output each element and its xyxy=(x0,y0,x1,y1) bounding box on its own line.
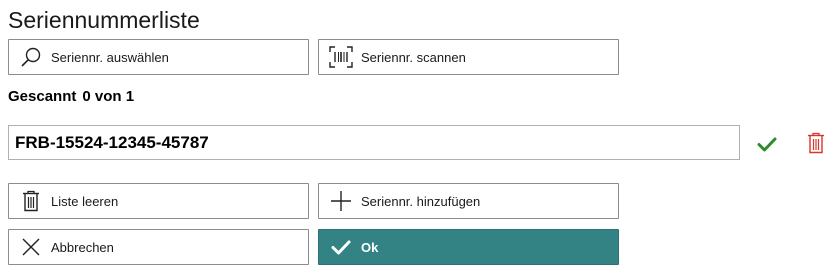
plus-icon xyxy=(329,189,353,213)
scan-count: Gescannt 0 von 1 xyxy=(8,88,134,105)
select-serial-label: Seriennr. auswählen xyxy=(51,49,169,65)
scan-serial-label: Seriennr. scannen xyxy=(361,49,466,65)
scan-serial-button[interactable]: Seriennr. scannen xyxy=(318,39,619,75)
add-serial-label: Seriennr. hinzufügen xyxy=(361,193,481,209)
ok-button[interactable]: Ok xyxy=(318,229,619,265)
clear-list-label: Liste leeren xyxy=(51,193,119,209)
clear-list-button[interactable]: Liste leeren xyxy=(8,183,309,219)
close-icon xyxy=(19,235,43,259)
barcode-scan-icon xyxy=(329,45,353,69)
trash-icon[interactable] xyxy=(805,131,827,155)
scan-count-label: Gescannt xyxy=(8,88,77,105)
cancel-button[interactable]: Abbrechen xyxy=(8,229,309,265)
cancel-label: Abbrechen xyxy=(51,239,114,255)
add-serial-button[interactable]: Seriennr. hinzufügen xyxy=(318,183,619,219)
select-serial-button[interactable]: Seriennr. auswählen xyxy=(8,39,309,75)
scan-count-value: 0 von 1 xyxy=(82,88,135,105)
ok-label: Ok xyxy=(361,239,379,255)
serial-number-field[interactable]: FRB-15524-12345-45787 xyxy=(8,125,740,160)
check-icon[interactable] xyxy=(756,133,778,155)
page-title: Seriennummerliste xyxy=(8,7,200,33)
check-icon xyxy=(329,235,353,259)
search-icon xyxy=(19,45,43,69)
serial-number-value: FRB-15524-12345-45787 xyxy=(15,132,209,152)
trash-icon xyxy=(19,189,43,213)
